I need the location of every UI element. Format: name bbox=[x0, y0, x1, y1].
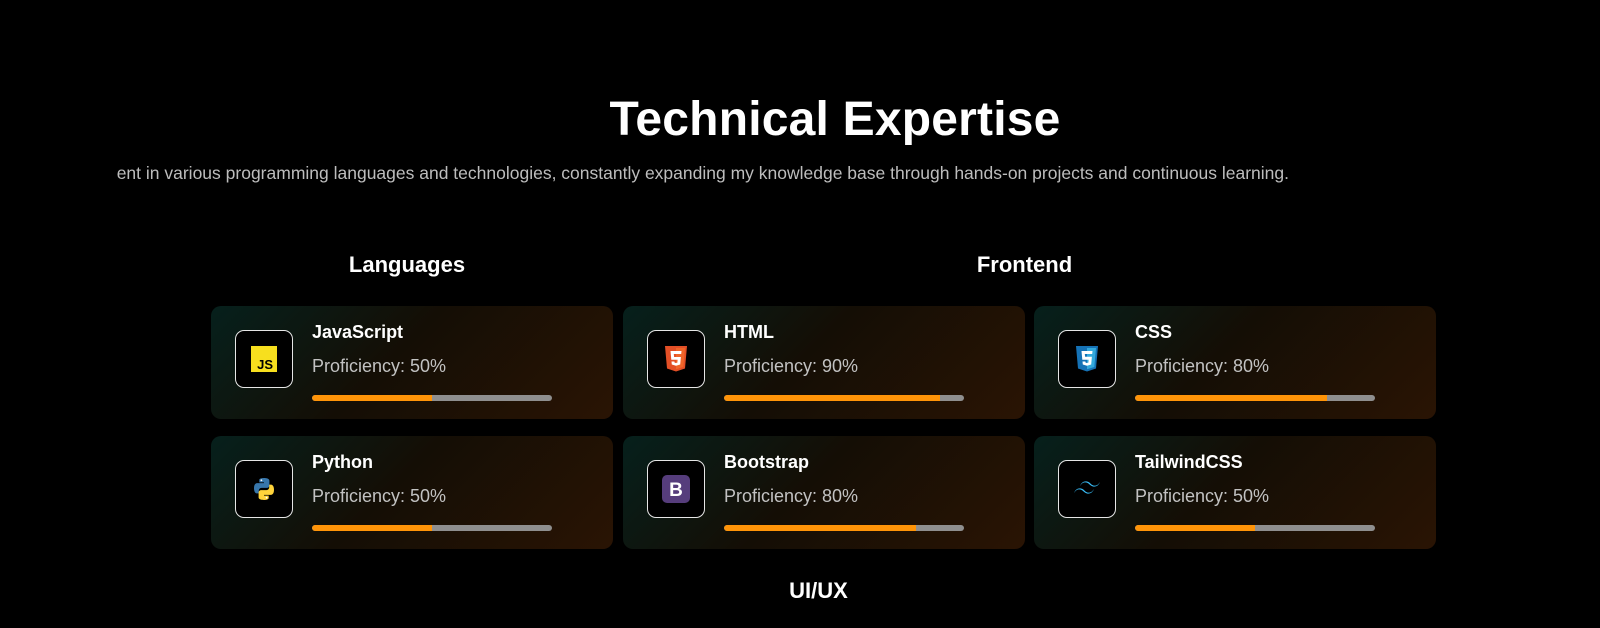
skill-name: JavaScript bbox=[312, 322, 404, 342]
proficiency-bar-fill bbox=[312, 525, 432, 531]
skill-card-javascript: JS JavaScript Proficiency: 50% bbox=[211, 306, 613, 419]
proficiency-bar bbox=[312, 525, 552, 531]
section-subtitle: ent in various programming languages and… bbox=[116, 163, 1289, 183]
skill-proficiency-text: Proficiency: 50% bbox=[312, 356, 447, 376]
skill-proficiency-text: Proficiency: 50% bbox=[312, 486, 447, 506]
html5-icon bbox=[647, 330, 705, 388]
skill-name: CSS bbox=[1135, 322, 1173, 342]
proficiency-bar-fill bbox=[724, 525, 916, 531]
skill-name: Python bbox=[312, 452, 373, 472]
javascript-icon: JS bbox=[235, 330, 293, 388]
svg-text:B: B bbox=[669, 480, 683, 501]
skill-card-html: HTML Proficiency: 90% bbox=[623, 306, 1025, 419]
skill-card-tailwindcss: TailwindCSS Proficiency: 50% bbox=[1034, 436, 1436, 549]
skill-proficiency-text: Proficiency: 50% bbox=[1135, 486, 1270, 506]
category-title-languages: Languages bbox=[348, 252, 466, 277]
proficiency-bar-fill bbox=[1135, 525, 1255, 531]
category-title-frontend: Frontend bbox=[976, 252, 1073, 277]
proficiency-bar bbox=[724, 525, 964, 531]
section-heading: Technical Expertise bbox=[609, 93, 1061, 146]
skill-proficiency-text: Proficiency: 80% bbox=[1135, 356, 1270, 376]
python-icon bbox=[235, 460, 293, 518]
tailwindcss-icon bbox=[1058, 460, 1116, 518]
proficiency-bar bbox=[1135, 395, 1375, 401]
category-title-uiux: UI/UX bbox=[789, 578, 848, 603]
skill-proficiency-text: Proficiency: 90% bbox=[724, 356, 859, 376]
bootstrap-icon: B bbox=[647, 460, 705, 518]
proficiency-bar-fill bbox=[724, 395, 940, 401]
proficiency-bar-fill bbox=[312, 395, 432, 401]
technical-expertise-section: Technical Expertise ent in various progr… bbox=[0, 0, 1600, 628]
proficiency-bar bbox=[1135, 525, 1375, 531]
proficiency-bar bbox=[312, 395, 552, 401]
skill-name: Bootstrap bbox=[724, 452, 809, 472]
skill-name: HTML bbox=[724, 322, 774, 342]
skill-card-bootstrap: B Bootstrap Proficiency: 80% bbox=[623, 436, 1025, 549]
proficiency-bar-fill bbox=[1135, 395, 1327, 401]
skill-card-css: CSS Proficiency: 80% bbox=[1034, 306, 1436, 419]
skill-name: TailwindCSS bbox=[1135, 452, 1243, 472]
svg-text:JS: JS bbox=[257, 357, 273, 372]
skill-proficiency-text: Proficiency: 80% bbox=[724, 486, 859, 506]
skill-card-python: Python Proficiency: 50% bbox=[211, 436, 613, 549]
proficiency-bar bbox=[724, 395, 964, 401]
css3-icon bbox=[1058, 330, 1116, 388]
